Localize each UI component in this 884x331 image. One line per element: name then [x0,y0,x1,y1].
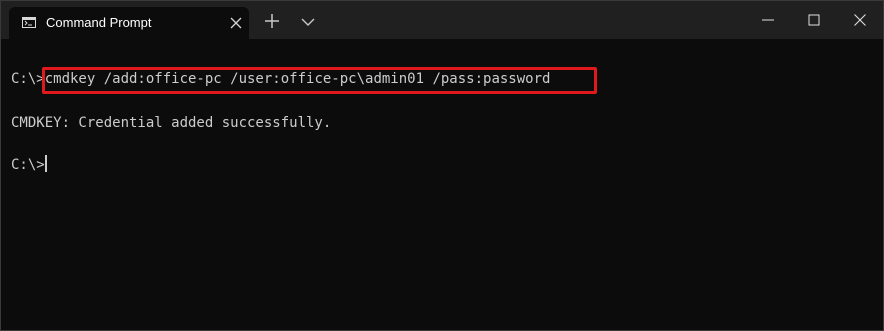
command-highlight-box [42,67,597,94]
close-window-button[interactable] [837,1,883,39]
tab-command-prompt[interactable]: Command Prompt [9,7,249,39]
maximize-icon [808,14,820,26]
terminal-output[interactable]: C:\>cmdkey /add:office-pc /user:office-p… [1,39,883,330]
chevron-down-icon[interactable] [300,14,316,28]
output-line: CMDKEY: Credential added successfully. [11,115,332,131]
maximize-button[interactable] [791,1,837,39]
text-cursor [44,155,47,172]
terminal-window: Command Prompt C:\>cmdkey /add:office-pc… [0,0,884,331]
prompt: C:\> [11,157,45,173]
prompt: C:\> [11,71,45,87]
cmd-icon [22,17,36,28]
active-prompt-line[interactable]: C:\> [11,155,47,173]
tab-close-icon[interactable] [229,15,243,29]
minimize-icon [762,19,774,21]
new-tab-icon[interactable] [263,12,281,30]
title-bar[interactable]: Command Prompt [1,1,883,39]
close-icon [854,14,866,26]
tab-title: Command Prompt [46,15,152,30]
minimize-button[interactable] [745,1,791,39]
